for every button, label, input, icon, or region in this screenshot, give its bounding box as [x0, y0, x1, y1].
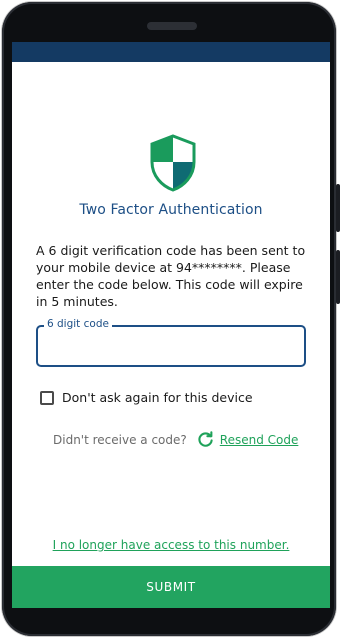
app-screen: Two Factor Authentication A 6 digit veri…	[12, 42, 330, 608]
app-header-strip	[12, 42, 330, 62]
phone-side-button-lower	[336, 250, 340, 304]
remember-device-checkbox[interactable]	[40, 390, 54, 405]
page-title: Two Factor Authentication	[79, 202, 263, 218]
resend-code-link[interactable]: Resend Code	[220, 433, 299, 447]
no-access-link[interactable]: I no longer have access to this number.	[12, 538, 330, 552]
submit-button[interactable]: SUBMIT	[12, 566, 330, 608]
phone-side-button-upper	[336, 184, 340, 232]
phone-speaker	[147, 22, 197, 30]
code-input[interactable]	[46, 337, 300, 359]
refresh-icon[interactable]	[197, 431, 214, 448]
code-field[interactable]: 6 digit code	[36, 318, 306, 367]
phone-frame: Two Factor Authentication A 6 digit veri…	[2, 2, 340, 636]
remember-device-row[interactable]: Don't ask again for this device	[40, 390, 253, 405]
resend-prompt: Didn't receive a code?	[53, 432, 187, 447]
code-field-label: 6 digit code	[44, 318, 112, 330]
shield-icon	[150, 134, 196, 192]
resend-row: Didn't receive a code? Resend Code	[53, 431, 298, 448]
remember-device-label[interactable]: Don't ask again for this device	[62, 390, 253, 405]
verification-message: A 6 digit verification code has been sen…	[36, 243, 306, 309]
